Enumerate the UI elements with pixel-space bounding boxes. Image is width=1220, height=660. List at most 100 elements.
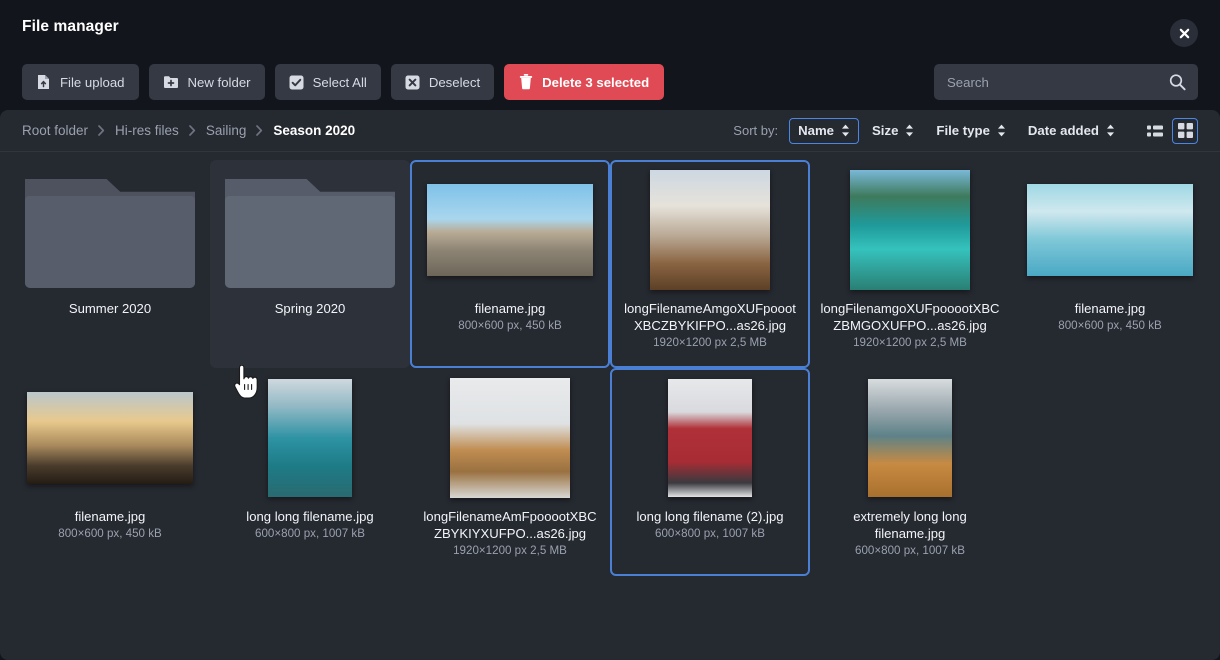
delete-selected-button[interactable]: Delete 3 selected (504, 64, 665, 100)
file-meta: 800×600 px, 450 kB (458, 319, 562, 332)
close-icon (1179, 28, 1190, 39)
thumbnail-container (818, 378, 1002, 498)
breadcrumb-separator-icon (188, 125, 196, 136)
file-upload-label: File upload (60, 74, 125, 90)
breadcrumb-item-hi-res-files[interactable]: Hi-res files (115, 123, 179, 138)
file-tile[interactable]: longFilenamgoXUFpooootXBCZBMGOXUFPO...as… (810, 160, 1010, 368)
image-thumbnail (450, 378, 570, 498)
sort-arrows-icon (1106, 124, 1115, 137)
file-upload-button[interactable]: File upload (22, 64, 139, 100)
image-thumbnail (850, 170, 970, 290)
folder-icon (225, 172, 395, 288)
sort-button-label: File type (936, 123, 990, 138)
file-tile[interactable]: filename.jpg 800×600 px, 450 kB (410, 160, 610, 368)
file-name: filename.jpg (1074, 301, 1146, 316)
file-name: long long filename.jpg (246, 509, 374, 524)
image-thumbnail (427, 184, 593, 276)
file-tile[interactable]: filename.jpg 800×600 px, 450 kB (10, 368, 210, 576)
title-bar: File manager (22, 0, 1198, 54)
file-meta: 1920×1200 px 2,5 MB (853, 336, 967, 349)
thumbnail-container (618, 378, 802, 498)
sort-arrows-icon (997, 124, 1006, 137)
checkbox-checked-icon (289, 75, 304, 90)
sort-button-label: Name (798, 123, 835, 138)
folder-tile[interactable]: Spring 2020 (210, 160, 410, 368)
file-meta: 600×800 px, 1007 kB (255, 527, 365, 540)
file-tile[interactable]: long long filename (2).jpg 600×800 px, 10… (610, 368, 810, 576)
sort-button-date-added[interactable]: Date added (1019, 118, 1124, 144)
sort-arrows-icon (905, 124, 914, 137)
sub-toolbar: Root folder Hi-res files Sailing Season 202… (0, 110, 1220, 152)
breadcrumb: Root folder Hi-res files Sailing Season 202… (22, 123, 355, 138)
file-tile[interactable]: longFilenameAmFpooootXBCZBYKIYXUFPO...as… (410, 368, 610, 576)
thumbnail-container (18, 170, 202, 290)
new-folder-icon (163, 75, 179, 89)
file-tile[interactable]: longFilenameAmgoXUFpoootXBCZBYKIFPO...as… (610, 160, 810, 368)
file-grid: Summer 2020 Spring 2020 filename.jpg 800×60… (0, 152, 1220, 660)
sort-button-size[interactable]: Size (863, 118, 923, 144)
grid-view-button[interactable] (1172, 117, 1198, 144)
file-meta: 600×800 px, 1007 kB (855, 544, 965, 557)
file-name: longFilenameAmgoXUFpoootXBCZBYKIFPO...as… (624, 301, 796, 333)
folder-tile[interactable]: Summer 2020 (10, 160, 210, 368)
close-button[interactable] (1170, 19, 1198, 47)
sort-arrows-icon (841, 124, 850, 137)
toolbar: File upload New folder Select All Desele… (22, 54, 1198, 110)
thumbnail-container (618, 170, 802, 290)
file-meta: 1920×1200 px 2,5 MB (453, 544, 567, 557)
checkbox-cross-icon (405, 75, 420, 90)
sort-controls: Sort by: Name Size File type Date added (733, 117, 1198, 144)
image-thumbnail (27, 392, 193, 484)
thumbnail-container (218, 378, 402, 498)
thumbnail-container (818, 170, 1002, 290)
image-thumbnail (268, 379, 352, 497)
breadcrumb-separator-icon (256, 125, 263, 136)
view-toggle (1142, 117, 1198, 144)
file-meta: 600×800 px, 1007 kB (655, 527, 765, 540)
sort-button-file-type[interactable]: File type (927, 118, 1015, 144)
search-input[interactable] (934, 64, 1198, 100)
select-all-button[interactable]: Select All (274, 64, 381, 100)
image-thumbnail (868, 379, 952, 497)
file-tile[interactable]: filename.jpg 800×600 px, 450 kB (1010, 160, 1210, 368)
new-folder-label: New folder (187, 74, 251, 90)
new-folder-button[interactable]: New folder (148, 64, 265, 100)
select-all-label: Select All (312, 74, 367, 90)
file-tile[interactable]: long long filename.jpg 600×800 px, 1007 k… (210, 368, 410, 576)
file-name: Summer 2020 (68, 301, 152, 316)
list-view-button[interactable] (1142, 118, 1168, 144)
sort-by-label: Sort by: (733, 123, 779, 138)
breadcrumb-item-root-folder[interactable]: Root folder (22, 123, 88, 138)
page-title: File manager (22, 18, 119, 35)
file-name: longFilenameAmFpooootXBCZBYKIYXUFPO...as… (423, 509, 597, 541)
breadcrumb-separator-icon (98, 125, 105, 136)
file-name: extremely long long filename.jpg (853, 509, 967, 541)
search-box (934, 64, 1198, 100)
thumbnail-container (18, 378, 202, 498)
file-tile[interactable]: extremely long long filename.jpg 600×800 … (810, 368, 1010, 576)
file-meta: 800×600 px, 450 kB (1058, 319, 1162, 332)
thumbnail-container (1018, 170, 1202, 290)
file-name: filename.jpg (74, 509, 146, 524)
sort-button-label: Date added (1027, 123, 1099, 138)
file-upload-icon (36, 74, 51, 90)
deselect-label: Deselect (428, 74, 481, 90)
breadcrumb-item-season-2020: Season 2020 (273, 123, 356, 138)
file-meta: 1920×1200 px 2,5 MB (653, 336, 767, 349)
file-name: filename.jpg (474, 301, 546, 316)
sort-button-name[interactable]: Name (789, 117, 860, 144)
delete-selected-label: Delete 3 selected (542, 74, 650, 90)
content-panel: Root folder Hi-res files Sailing Season 202… (0, 110, 1220, 660)
image-thumbnail (650, 170, 770, 290)
image-thumbnail (668, 379, 752, 497)
sort-button-label: Size (872, 123, 899, 138)
folder-icon (25, 172, 195, 288)
trash-icon (519, 74, 533, 90)
file-meta: 800×600 px, 450 kB (58, 527, 162, 540)
breadcrumb-item-sailing[interactable]: Sailing (206, 123, 247, 138)
thumbnail-container (418, 170, 602, 290)
deselect-button[interactable]: Deselect (390, 64, 495, 100)
image-thumbnail (1027, 184, 1193, 276)
file-name: longFilenamgoXUFpooootXBCZBMGOXUFPO...as… (820, 301, 1000, 333)
file-manager-window: File manager File upload New folder Sele… (0, 0, 1220, 660)
